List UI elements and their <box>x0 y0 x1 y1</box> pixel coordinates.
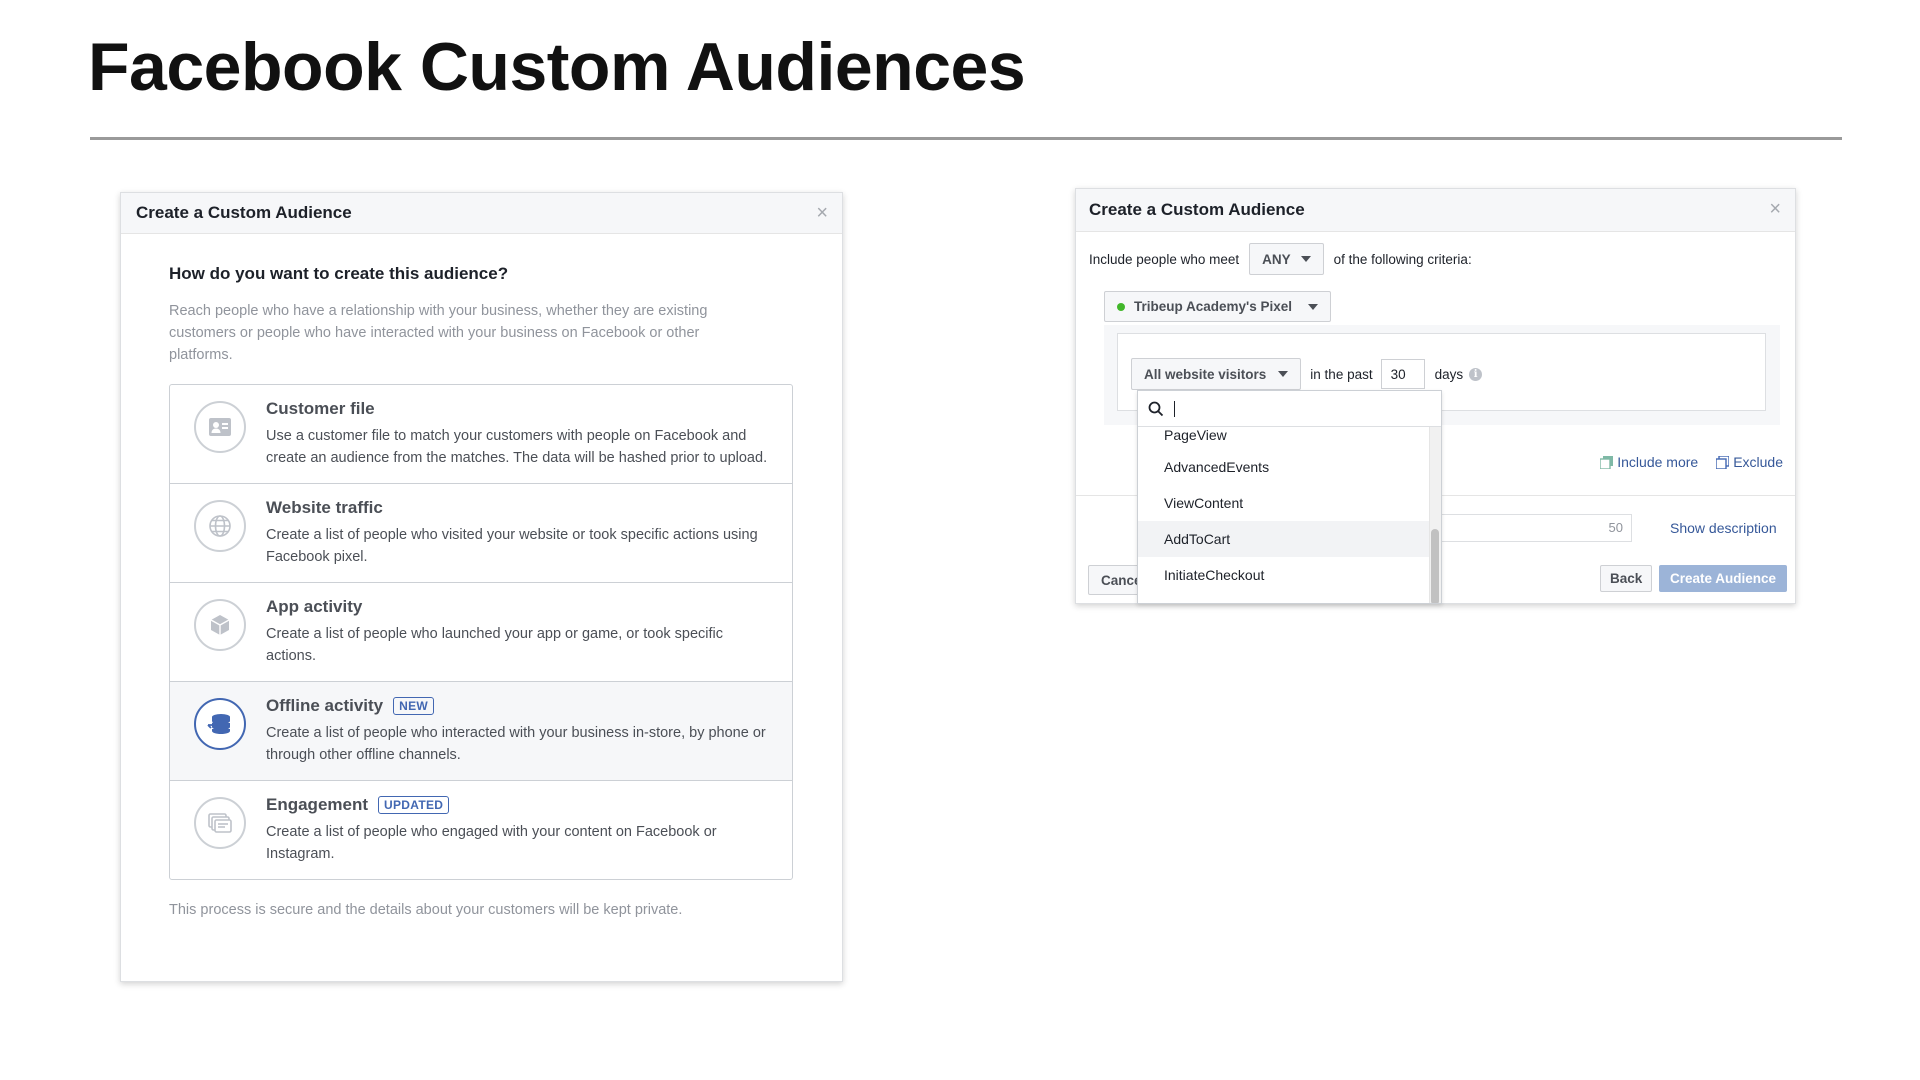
option-title: Customer file <box>266 399 375 418</box>
scrollbar-thumb[interactable] <box>1431 529 1439 603</box>
include-more-link[interactable]: Include more <box>1600 454 1698 470</box>
caret-down-icon <box>1300 256 1311 262</box>
search-icon <box>1148 401 1164 416</box>
privacy-note: This process is secure and the details a… <box>169 902 683 918</box>
rule-row: All website visitors in the past 30 days… <box>1131 358 1483 390</box>
dropdown-scrollbar[interactable] <box>1429 427 1441 603</box>
caret-down-icon <box>1308 303 1319 310</box>
question-heading: How do you want to create this audience? <box>169 264 509 283</box>
option-description: Create a list of people who engaged with… <box>266 824 717 862</box>
option-customer-file[interactable]: Customer file Use a customer file to mat… <box>170 385 792 484</box>
info-icon[interactable]: i <box>1469 367 1483 381</box>
dialog-body: How do you want to create this audience?… <box>121 264 842 918</box>
dialog-header: Create a Custom Audience × <box>121 193 842 234</box>
option-title: App activity <box>266 597 363 616</box>
dropdown-item[interactable]: AddToCart <box>1138 521 1430 557</box>
option-description: Create a list of people who launched you… <box>266 626 724 664</box>
event-dropdown-menu: PageView AdvancedEvents ViewContent AddT… <box>1137 390 1442 604</box>
text-cursor <box>1174 400 1175 417</box>
dropdown-item[interactable]: AdvancedEvents <box>1138 449 1430 485</box>
option-engagement[interactable]: Engagement UPDATED Create a list of peop… <box>170 781 792 879</box>
include-icon <box>1600 455 1614 469</box>
audience-source-options: Customer file Use a customer file to mat… <box>169 384 793 880</box>
cards-icon <box>194 797 246 849</box>
new-badge: NEW <box>393 697 435 715</box>
option-description: Create a list of people who interacted w… <box>266 725 766 763</box>
title-divider <box>90 137 1842 140</box>
in-the-past-label: in the past <box>1310 366 1373 382</box>
option-website-traffic[interactable]: Website traffic Create a list of people … <box>170 484 792 583</box>
dropdown-item[interactable]: ViewContent <box>1138 485 1430 521</box>
dialog-title: Create a Custom Audience <box>136 203 352 222</box>
days-input[interactable]: 30 <box>1380 359 1425 389</box>
show-description-link[interactable]: Show description <box>1670 520 1777 536</box>
days-label: days <box>1434 366 1464 382</box>
exclude-icon <box>1716 455 1730 469</box>
exclude-link[interactable]: Exclude <box>1716 454 1783 470</box>
cube-icon <box>194 599 246 651</box>
option-description: Create a list of people who visited your… <box>266 527 758 565</box>
option-offline-activity[interactable]: Offline activity NEW Create a list of pe… <box>170 682 792 781</box>
create-audience-type-dialog: Create a Custom Audience × How do you wa… <box>120 192 843 982</box>
caret-down-icon <box>1278 371 1289 377</box>
option-title: Offline activity NEW <box>266 696 774 716</box>
question-description: Reach people who have a relationship wit… <box>169 303 708 363</box>
close-icon[interactable]: × <box>816 202 828 225</box>
dialog-title: Create a Custom Audience <box>1089 200 1305 219</box>
option-title: Engagement UPDATED <box>266 795 774 815</box>
updated-badge: UPDATED <box>378 796 450 814</box>
rule-links: Include more Exclude <box>1582 454 1783 470</box>
event-dropdown[interactable]: All website visitors <box>1131 358 1302 390</box>
criteria-prefix: Include people who meet <box>1089 251 1240 267</box>
create-audience-button[interactable]: Create Audience <box>1659 565 1788 592</box>
pixel-selector[interactable]: Tribeup Academy's Pixel <box>1104 291 1332 322</box>
pixel-status-icon <box>1117 302 1125 311</box>
back-button[interactable]: Back <box>1600 565 1653 592</box>
audience-name-input[interactable]: 50 <box>1426 514 1632 542</box>
dropdown-list: PageView AdvancedEvents ViewContent AddT… <box>1138 427 1441 593</box>
close-icon[interactable]: × <box>1769 198 1781 221</box>
option-title: Website traffic <box>266 498 383 517</box>
criteria-row: Include people who meet ANY of the follo… <box>1089 243 1472 275</box>
option-app-activity[interactable]: App activity Create a list of people who… <box>170 583 792 682</box>
slide-title: Facebook Custom Audiences <box>88 29 1026 105</box>
match-any-dropdown[interactable]: ANY <box>1249 243 1324 275</box>
dropdown-item[interactable]: InitiateCheckout <box>1138 557 1430 593</box>
database-icon <box>194 698 246 750</box>
globe-icon <box>194 500 246 552</box>
dropdown-search[interactable] <box>1138 391 1441 427</box>
contact-card-icon <box>194 401 246 453</box>
dialog-header: Create a Custom Audience × <box>1076 189 1795 232</box>
option-description: Use a customer file to match your custom… <box>266 428 768 466</box>
criteria-suffix: of the following criteria: <box>1333 251 1472 267</box>
dropdown-item[interactable]: PageView <box>1138 427 1430 449</box>
